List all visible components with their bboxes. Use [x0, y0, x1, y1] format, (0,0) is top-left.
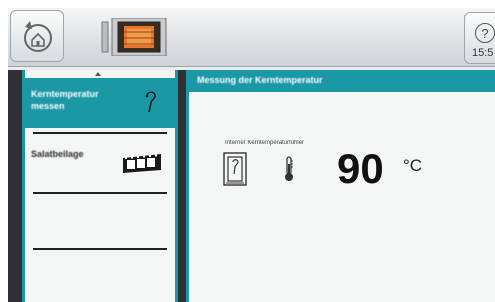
oven-probe-icon[interactable]	[223, 152, 247, 186]
temperature-unit: °C	[403, 156, 423, 175]
temperature-value: 90	[337, 145, 384, 192]
top-bar: ? 15:5	[8, 8, 495, 67]
clock: 15:5	[472, 47, 494, 59]
menu-item-kerntemperatur[interactable]: Kerntemperatur messen	[25, 78, 175, 128]
content-header: Messung der Kerntemperatur	[189, 70, 495, 92]
content-area: Messung der Kerntemperatur Interner Kern…	[186, 70, 495, 302]
menu-list: Kerntemperatur messen Salatbeilage	[22, 70, 178, 302]
menu-panel: Kerntemperatur messen Salatbeilage	[8, 70, 186, 302]
menu-item-empty[interactable]	[25, 254, 175, 302]
probe-label: Interner Kerntemperaturfühler	[225, 140, 305, 146]
menu-item-label: Kerntemperatur messen	[31, 89, 99, 111]
home-button[interactable]	[10, 10, 64, 62]
scroll-up-icon[interactable]	[95, 72, 101, 76]
film-strip-icon	[123, 154, 161, 173]
menu-item-salatbeilage[interactable]: Salatbeilage	[25, 138, 175, 188]
page-title: Messung der Kerntemperatur	[197, 75, 323, 85]
core-probe-icon	[145, 91, 156, 113]
content-panel: Messung der Kerntemperatur Interner Kern…	[186, 70, 495, 302]
help-icon: ?	[475, 23, 495, 43]
menu-divider	[33, 132, 167, 134]
menu-item-empty[interactable]	[25, 198, 175, 248]
menu-item-label: Salatbeilage	[31, 149, 84, 159]
menu-divider	[33, 192, 167, 194]
thermometer-icon	[285, 156, 293, 181]
screen: ? 15:5 Kerntemperatur messen Salatbeilag…	[8, 8, 495, 302]
oven-status[interactable]	[100, 18, 170, 56]
back-home-icon	[24, 21, 52, 52]
oven-icon	[101, 18, 167, 56]
menu-divider	[33, 248, 167, 250]
help-button[interactable]: ? 15:5	[464, 12, 495, 64]
